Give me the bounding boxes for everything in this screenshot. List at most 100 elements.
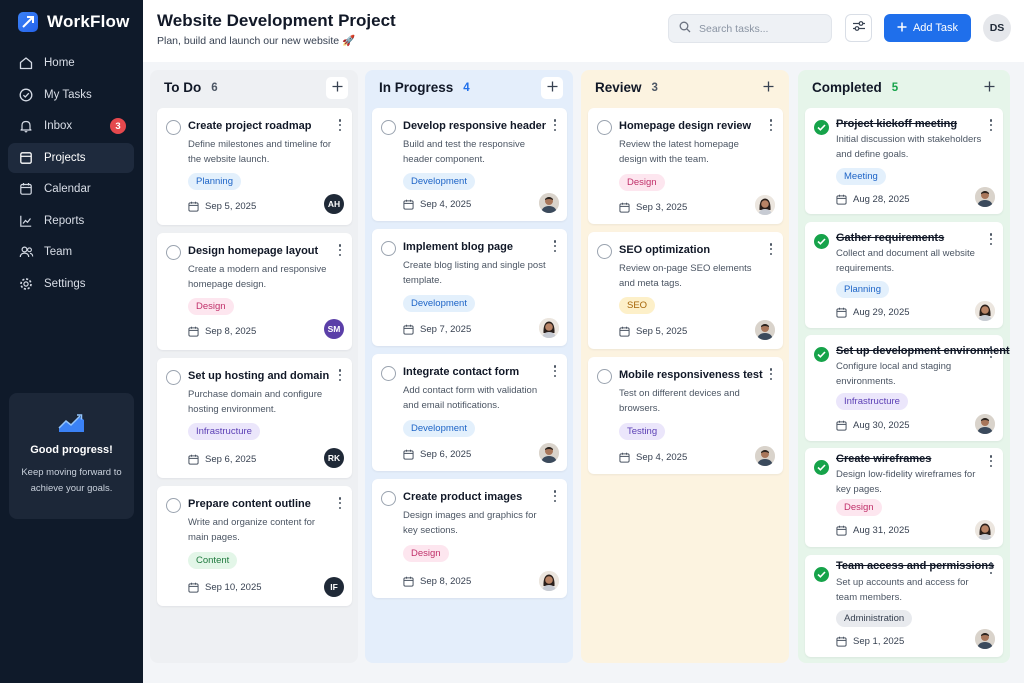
add-card-button[interactable] [757, 77, 779, 99]
task-checkbox[interactable] [166, 245, 181, 260]
calendar-icon [619, 326, 630, 337]
assignee-avatar[interactable] [539, 318, 559, 338]
more-options-icon[interactable] [551, 239, 559, 253]
task-card[interactable]: Project kickoff meeting Initial discussi… [805, 108, 1003, 214]
task-checkbox[interactable] [381, 491, 396, 506]
task-checkbox[interactable] [597, 120, 612, 135]
sidebar-item-settings[interactable]: Settings [8, 269, 134, 299]
assignee-avatar[interactable] [975, 187, 995, 207]
add-card-button[interactable] [326, 77, 348, 99]
task-card[interactable]: Integrate contact form Add contact form … [372, 354, 567, 471]
more-options-icon[interactable] [987, 454, 995, 468]
task-card[interactable]: Homepage design review Review the latest… [588, 108, 783, 224]
sidebar-item-projects[interactable]: Projects [8, 142, 134, 173]
completed-check-icon[interactable] [814, 347, 829, 362]
task-card[interactable]: Set up development environment Configure… [805, 335, 1010, 441]
more-options-icon[interactable] [336, 243, 344, 257]
sidebar-item-my-tasks[interactable]: My Tasks [8, 80, 134, 110]
more-options-icon[interactable] [767, 118, 775, 132]
task-checkbox[interactable] [597, 244, 612, 259]
more-options-icon[interactable] [551, 118, 559, 132]
more-options-icon[interactable] [767, 367, 775, 381]
task-due-date: Sep 6, 2025 [420, 449, 472, 460]
filter-button[interactable] [845, 14, 872, 42]
task-card[interactable]: Create product images Design images and … [372, 479, 567, 598]
more-options-icon[interactable] [336, 118, 344, 132]
task-card[interactable]: Gather requirements Collect and document… [805, 222, 1003, 328]
task-card[interactable]: Set up hosting and domain Purchase domai… [157, 358, 352, 478]
completed-check-icon[interactable] [814, 234, 829, 249]
assignee-avatar[interactable] [975, 629, 995, 649]
column-count: 4 [463, 81, 470, 94]
assignee-avatar[interactable]: AH [324, 194, 344, 214]
assignee-avatar[interactable] [975, 520, 995, 540]
assignee-avatar[interactable] [755, 446, 775, 466]
task-checkbox[interactable] [381, 120, 396, 135]
assignee-avatar[interactable] [539, 443, 559, 463]
add-card-button[interactable] [978, 77, 1000, 99]
calendar-icon [188, 326, 199, 337]
task-due-date: Aug 28, 2025 [853, 194, 910, 205]
task-card[interactable]: Create project roadmap Define milestones… [157, 108, 352, 225]
sidebar-item-calendar[interactable]: Calendar [8, 174, 134, 204]
task-card[interactable]: Mobile responsiveness test Test on diffe… [588, 357, 783, 474]
assignee-avatar[interactable] [975, 301, 995, 321]
more-options-icon[interactable] [336, 368, 344, 382]
more-options-icon[interactable] [551, 364, 559, 378]
completed-check-icon[interactable] [814, 567, 829, 582]
assignee-avatar[interactable] [755, 320, 775, 340]
more-options-icon[interactable] [987, 118, 995, 132]
completed-check-icon[interactable] [814, 120, 829, 135]
task-checkbox[interactable] [166, 498, 181, 513]
more-options-icon[interactable] [987, 232, 995, 246]
more-options-icon[interactable] [551, 489, 559, 503]
plus-icon [763, 79, 774, 97]
task-checkbox[interactable] [166, 370, 181, 385]
task-due-date: Aug 29, 2025 [853, 307, 910, 318]
calendar-icon [619, 202, 630, 213]
sliders-icon [852, 19, 866, 37]
folder-icon [18, 150, 34, 166]
add-task-button[interactable]: Add Task [884, 14, 971, 42]
task-checkbox[interactable] [381, 241, 396, 256]
user-avatar[interactable]: DS [983, 14, 1011, 42]
assignee-avatar[interactable] [975, 414, 995, 434]
task-checkbox[interactable] [381, 366, 396, 381]
plus-icon [332, 79, 343, 97]
assignee-avatar[interactable]: RK [324, 448, 344, 468]
task-card[interactable]: Create wireframes Design low-fidelity wi… [805, 448, 1003, 547]
assignee-avatar[interactable] [539, 571, 559, 591]
assignee-avatar[interactable]: IF [324, 577, 344, 597]
task-tag: SEO [619, 297, 656, 314]
task-checkbox[interactable] [597, 369, 612, 384]
sidebar-item-reports[interactable]: Reports [8, 206, 134, 236]
sidebar-item-inbox[interactable]: Inbox 3 [8, 111, 134, 141]
more-options-icon[interactable] [987, 345, 995, 359]
task-card[interactable]: SEO optimization Review on-page SEO elem… [588, 232, 783, 349]
task-card[interactable]: Implement blog page Create blog listing … [372, 229, 567, 346]
task-card[interactable]: Team access and permissions Set up accou… [805, 555, 1003, 657]
task-card[interactable]: Prepare content outline Write and organi… [157, 486, 352, 606]
assignee-avatar[interactable]: SM [324, 319, 344, 339]
inbox-count-badge: 3 [110, 118, 126, 134]
task-card[interactable]: Design homepage layout Create a modern a… [157, 233, 352, 350]
task-tag: Design [403, 545, 449, 562]
sidebar-item-home[interactable]: Home [8, 48, 134, 78]
add-card-button[interactable] [541, 77, 563, 99]
more-options-icon[interactable] [767, 242, 775, 256]
more-options-icon[interactable] [336, 496, 344, 510]
sidebar-item-team[interactable]: Team [8, 237, 134, 267]
task-tag: Development [403, 173, 475, 190]
completed-check-icon[interactable] [814, 460, 829, 475]
assignee-avatar[interactable] [539, 193, 559, 213]
column-title: Completed [812, 80, 882, 95]
assignee-avatar[interactable] [755, 195, 775, 215]
task-checkbox[interactable] [166, 120, 181, 135]
task-card[interactable]: Develop responsive header Build and test… [372, 108, 567, 221]
task-title: Integrate contact form [403, 366, 520, 378]
search-input[interactable] [699, 22, 819, 35]
search-box[interactable] [668, 14, 832, 43]
more-options-icon[interactable] [987, 561, 995, 575]
task-title: SEO optimization [619, 244, 711, 256]
brand[interactable]: WorkFlow [18, 12, 130, 32]
